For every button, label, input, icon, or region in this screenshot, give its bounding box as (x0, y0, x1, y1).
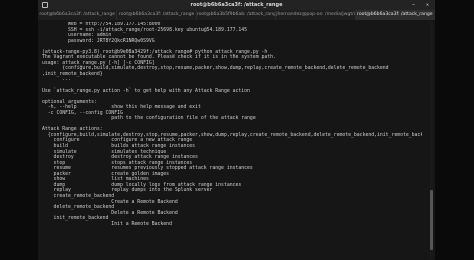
terminal-window: root@b6b6a3ca3f: /attack_range — ✕ root@… (38, 0, 435, 260)
desktop-background-right (435, 0, 474, 260)
minimize-button[interactable]: — (412, 0, 415, 10)
tab-4[interactable]: jhernandez@pop-os: /media/jwgt/attack/wo… (276, 10, 356, 20)
close-button[interactable]: ✕ (426, 0, 429, 10)
tab-bar: root@b6b6a3ca3f: /attack_range root@b6b6… (38, 10, 435, 20)
scrollbar-thumb[interactable] (430, 190, 433, 250)
desktop-background-left (0, 0, 38, 260)
terminal-line: Init a Remote Backend (42, 221, 172, 227)
tab-3[interactable]: root@b6a3b5f9b6ab: /attack_range (197, 10, 277, 20)
terminal-output[interactable]: Web = http://54.189.177.145:8000 SSH = s… (42, 22, 422, 260)
tab-5-active[interactable]: root@b6b6a3ca3f: /attack_range (355, 10, 435, 20)
tab-1[interactable]: root@b6b6a3ca3f: /attack_range (38, 10, 118, 20)
scrollbar[interactable] (430, 22, 433, 258)
window-titlebar: root@b6b6a3ca3f: /attack_range — ✕ (38, 0, 435, 10)
tab-2[interactable]: root@b6b6a3ca3f: /attack_range (117, 10, 197, 20)
window-title: root@b6b6a3ca3f: /attack_range (190, 2, 283, 8)
